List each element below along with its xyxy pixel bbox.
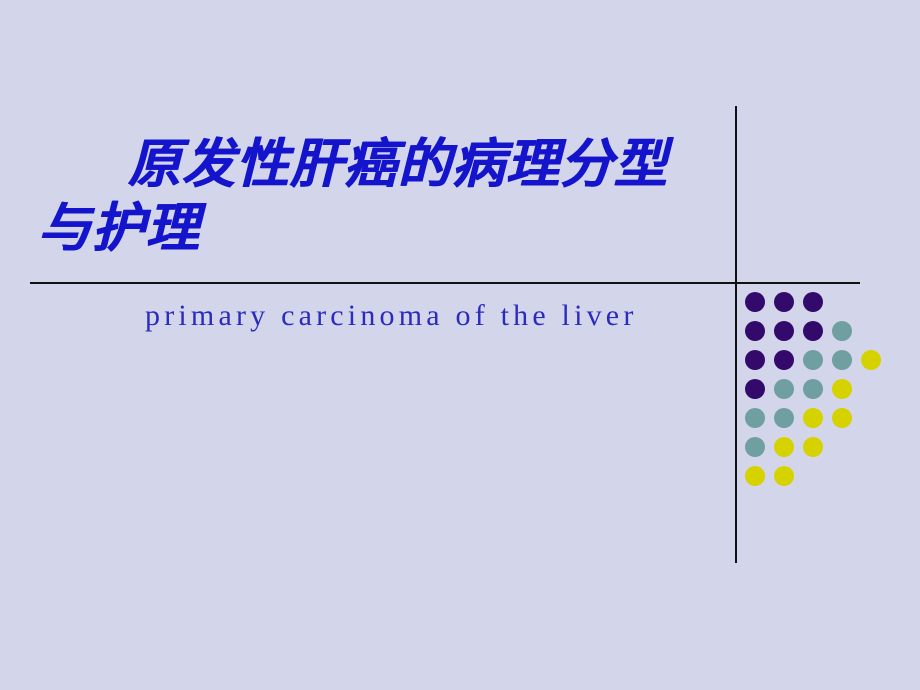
decoration-dot [745,321,765,341]
decoration-dot [832,408,852,428]
decoration-dot [745,292,765,312]
dot-grid-decoration [745,292,910,507]
decoration-dot [774,437,794,457]
decoration-dot [803,437,823,457]
vertical-divider [735,106,737,563]
decoration-dot [745,466,765,486]
subtitle: primary carcinoma of the liver [145,299,638,332]
title-line-2: 与护理 [38,197,200,259]
decoration-dot [774,292,794,312]
decoration-dot [861,350,881,370]
decoration-dot [774,408,794,428]
decoration-dot [774,379,794,399]
decoration-dot [832,379,852,399]
decoration-dot [745,408,765,428]
decoration-dot [745,437,765,457]
page-title: 原发性肝癌的病理分型 与护理 [38,132,718,260]
decoration-dot [774,350,794,370]
decoration-dot [803,379,823,399]
decoration-dot [774,321,794,341]
decoration-dot [803,292,823,312]
decoration-dot [803,408,823,428]
decoration-dot [832,350,852,370]
decoration-dot [832,321,852,341]
title-slide: 原发性肝癌的病理分型 与护理 primary carcinoma of the … [0,0,920,690]
decoration-dot [803,321,823,341]
decoration-dot [803,350,823,370]
decoration-dot [745,350,765,370]
title-line-1: 原发性肝癌的病理分型 [128,133,668,195]
decoration-dot [774,466,794,486]
decoration-dot [745,379,765,399]
